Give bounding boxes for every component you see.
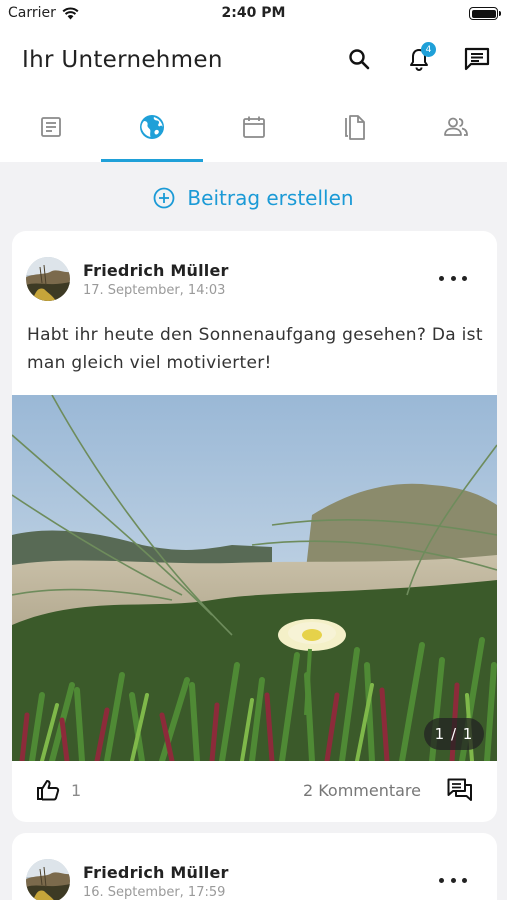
- tab-documents[interactable]: [304, 92, 405, 162]
- calendar-icon: [242, 116, 265, 138]
- avatar[interactable]: [26, 257, 70, 301]
- more-options-button[interactable]: [439, 871, 467, 889]
- comments-icon: [447, 778, 472, 801]
- like-count: 1: [71, 780, 82, 800]
- clock: 2:40 PM: [221, 5, 286, 21]
- more-options-button[interactable]: [439, 269, 467, 287]
- notification-badge: 4: [421, 42, 436, 57]
- notifications-button[interactable]: 4: [404, 42, 436, 74]
- plus-circle-icon: [154, 187, 175, 209]
- post-author[interactable]: Friedrich Müller 17. September, 14:03: [26, 257, 229, 301]
- search-icon: [349, 49, 370, 70]
- tab-calendar[interactable]: [203, 92, 304, 162]
- like-button[interactable]: 1: [36, 778, 81, 802]
- comments-button[interactable]: 2 Kommentare: [303, 778, 473, 802]
- search-button[interactable]: [344, 44, 374, 74]
- globe-icon: [140, 115, 165, 139]
- people-icon: [444, 117, 469, 136]
- chat-icon: [464, 47, 490, 71]
- post-date: 16. September, 17:59: [83, 884, 226, 900]
- tab-bar: [0, 92, 507, 162]
- tab-public[interactable]: [101, 92, 204, 162]
- post-author[interactable]: Friedrich Müller 16. September, 17:59: [26, 859, 229, 900]
- status-bar: Carrier 2:40 PM: [0, 0, 507, 28]
- avatar[interactable]: [26, 859, 70, 900]
- battery-icon: [469, 7, 501, 20]
- thumbs-up-icon: [37, 780, 60, 801]
- post-date: 17. September, 14:03: [83, 282, 226, 298]
- comments-label: 2 Kommentare: [302, 780, 421, 800]
- post-card: Friedrich Müller 16. September, 17:59: [12, 833, 497, 900]
- post-actions: 1 2 Kommentare: [12, 761, 497, 822]
- messages-button[interactable]: [462, 44, 492, 74]
- tab-members[interactable]: [406, 92, 507, 162]
- create-post-button[interactable]: Beitrag erstellen: [0, 178, 507, 218]
- create-post-label: Beitrag erstellen: [187, 186, 354, 210]
- newspaper-icon: [40, 117, 61, 137]
- author-name: Friedrich Müller: [83, 260, 229, 280]
- author-name: Friedrich Müller: [83, 862, 229, 882]
- image-counter: 1 / 1: [424, 718, 484, 750]
- post-text: Habt ihr heute den Sonnenaufgang gesehen…: [27, 325, 483, 373]
- page-title: Ihr Unternehmen: [22, 47, 223, 73]
- app-header: Ihr Unternehmen 4: [0, 28, 507, 92]
- post-card: Friedrich Müller 17. September, 14:03 Ha…: [12, 231, 497, 822]
- post-image[interactable]: 1 / 1: [12, 394, 497, 764]
- tab-news[interactable]: [0, 92, 101, 162]
- documents-icon: [345, 115, 365, 140]
